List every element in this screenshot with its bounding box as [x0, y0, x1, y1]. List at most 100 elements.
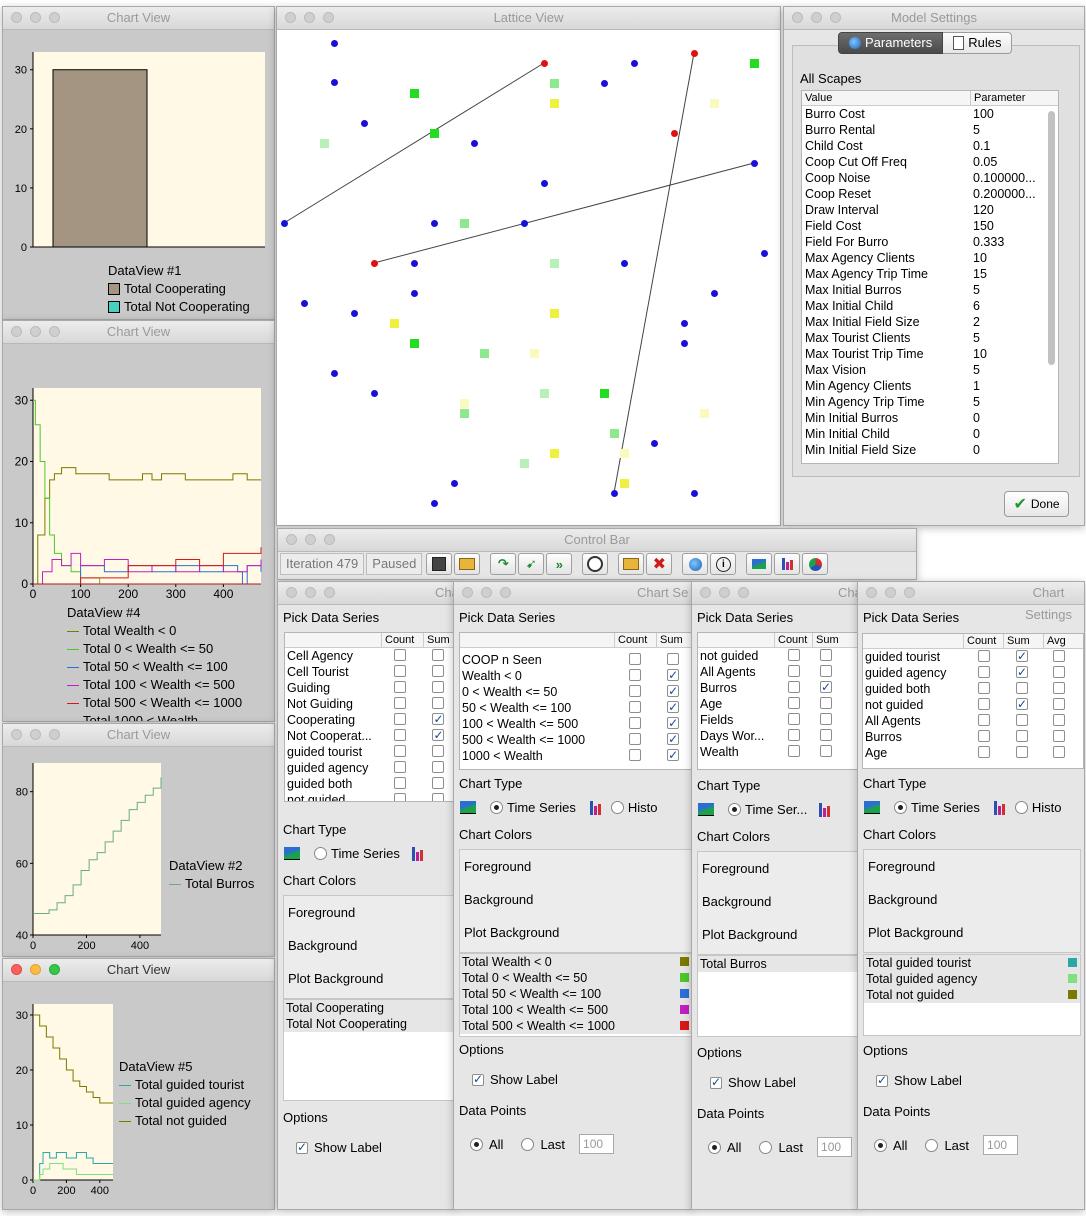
series-color-swatch[interactable]	[680, 1005, 689, 1014]
minimize-light-icon[interactable]	[30, 729, 41, 740]
data-series-row[interactable]: not guided	[698, 648, 858, 664]
count-checkbox[interactable]	[394, 649, 407, 661]
avg-checkbox[interactable]	[1053, 730, 1065, 742]
zoom-light-icon[interactable]	[324, 534, 335, 545]
zoom-light-icon[interactable]	[830, 12, 841, 23]
series-row[interactable]: Total not guided	[864, 987, 1080, 1003]
data-series-row[interactable]: guided tourist	[285, 744, 454, 760]
count-checkbox[interactable]	[394, 729, 407, 741]
data-series-row[interactable]: 100 < Wealth <= 500	[460, 715, 692, 732]
zoom-light-icon[interactable]	[49, 12, 60, 23]
title-bar[interactable]: Chart View	[3, 7, 274, 30]
count-checkbox[interactable]	[628, 733, 641, 745]
parameter-value[interactable]: 0.05	[970, 154, 997, 170]
series-row[interactable]: Total Wealth < 0	[460, 954, 692, 970]
data-series-row[interactable]: not guided	[285, 792, 454, 801]
data-series-row[interactable]: All Agents	[863, 713, 1083, 729]
last-points-input[interactable]: 100	[579, 1134, 615, 1154]
sum-checkbox[interactable]	[432, 649, 445, 661]
minimize-light-icon[interactable]	[719, 587, 730, 598]
parameter-value[interactable]: 5	[970, 122, 980, 138]
parameter-row[interactable]: Min Agency Clients 1	[802, 378, 1058, 394]
chart-colors-box[interactable]: Foreground Background Plot Background	[283, 895, 454, 999]
count-checkbox[interactable]	[394, 745, 407, 757]
count-checkbox[interactable]	[788, 681, 800, 693]
sum-checkbox[interactable]	[667, 653, 680, 665]
data-series-row[interactable]: Not Guiding	[285, 696, 454, 712]
column-header-value[interactable]: Value	[802, 91, 971, 105]
count-checkbox[interactable]	[394, 697, 407, 709]
parameter-value[interactable]: 10	[970, 346, 987, 362]
data-series-row[interactable]: guided agency	[285, 760, 454, 776]
globe-button[interactable]	[682, 553, 709, 575]
series-row[interactable]: Total 50 < Wealth <= 100	[460, 986, 692, 1002]
count-checkbox[interactable]	[978, 714, 990, 726]
sum-checkbox[interactable]	[820, 665, 832, 677]
info-button[interactable]: i	[710, 553, 737, 575]
count-checkbox[interactable]	[394, 793, 407, 801]
tab-parameters[interactable]: Parameters	[838, 32, 944, 54]
data-series-row[interactable]: Burros	[698, 679, 858, 696]
last-points-input[interactable]: 100	[817, 1137, 853, 1157]
parameter-value[interactable]: 10	[970, 250, 987, 266]
sum-checkbox[interactable]	[432, 697, 445, 709]
title-bar[interactable]: Cha	[692, 582, 858, 605]
close-light-icon[interactable]	[286, 534, 297, 545]
parameter-row[interactable]: Coop Noise 0.100000...	[802, 170, 1058, 186]
close-light-icon[interactable]	[866, 587, 877, 598]
count-checkbox[interactable]	[394, 761, 407, 773]
series-row[interactable]: Total 0 < Wealth <= 50	[460, 970, 692, 986]
series-color-swatch[interactable]	[680, 957, 689, 966]
sum-checkbox[interactable]	[432, 665, 445, 677]
count-checkbox[interactable]	[394, 777, 407, 789]
minimize-light-icon[interactable]	[30, 12, 41, 23]
count-checkbox[interactable]	[978, 730, 990, 742]
last-points-radio[interactable]	[521, 1137, 535, 1151]
parameter-value[interactable]: 5	[970, 330, 980, 346]
parameter-row[interactable]: Max Initial Child 6	[802, 298, 1058, 314]
parameter-value[interactable]: 0	[970, 426, 980, 442]
sum-checkbox[interactable]	[432, 711, 445, 727]
sum-checkbox[interactable]	[432, 745, 445, 757]
sum-checkbox[interactable]	[1016, 648, 1028, 664]
series-row[interactable]: Total 100 < Wealth <= 500	[460, 1002, 692, 1018]
count-checkbox[interactable]	[628, 701, 641, 713]
all-points-radio[interactable]	[874, 1138, 887, 1152]
stop-button[interactable]	[582, 553, 609, 575]
count-checkbox[interactable]	[628, 669, 641, 681]
parameter-value[interactable]: 2	[970, 314, 980, 330]
sum-checkbox[interactable]	[667, 667, 680, 683]
parameter-value[interactable]: 5	[970, 282, 980, 298]
parameter-value[interactable]: 100	[970, 106, 994, 122]
close-light-icon[interactable]	[11, 12, 22, 23]
count-checkbox[interactable]	[394, 713, 407, 725]
open-button[interactable]	[454, 553, 481, 575]
all-points-radio[interactable]	[470, 1137, 483, 1151]
title-bar[interactable]: Chart Se	[454, 582, 692, 605]
histogram-button[interactable]	[774, 553, 801, 575]
series-color-swatch[interactable]	[1068, 958, 1077, 967]
parameter-row[interactable]: Min Initial Child 0	[802, 426, 1058, 442]
show-label-checkbox[interactable]	[472, 1072, 484, 1086]
show-label-checkbox[interactable]	[710, 1075, 722, 1089]
parameter-value[interactable]: 15	[970, 266, 987, 282]
parameter-value[interactable]: 0.100000...	[970, 170, 1036, 186]
time-series-radio[interactable]	[728, 803, 741, 816]
selected-series-list[interactable]: Total Wealth < 0 Total 0 < Wealth <= 50 To…	[459, 953, 692, 1037]
sum-checkbox[interactable]	[667, 715, 680, 731]
chart-colors-box[interactable]: Foreground Background Plot Background	[697, 851, 858, 955]
sum-checkbox[interactable]	[432, 727, 445, 743]
count-checkbox[interactable]	[978, 650, 990, 662]
zoom-light-icon[interactable]	[49, 964, 60, 975]
avg-checkbox[interactable]	[1053, 682, 1065, 694]
tab-rules[interactable]: Rules	[943, 32, 1013, 54]
plot-background-color[interactable]: Plot Background	[460, 916, 692, 949]
time-series-radio[interactable]	[314, 847, 327, 860]
minimize-light-icon[interactable]	[885, 587, 896, 598]
sum-checkbox[interactable]	[820, 729, 832, 741]
sum-checkbox[interactable]	[432, 793, 445, 801]
scrollbar[interactable]	[1048, 111, 1055, 365]
title-bar[interactable]: Cha	[278, 582, 454, 605]
count-checkbox[interactable]	[788, 697, 800, 709]
zoom-light-icon[interactable]	[904, 587, 915, 598]
